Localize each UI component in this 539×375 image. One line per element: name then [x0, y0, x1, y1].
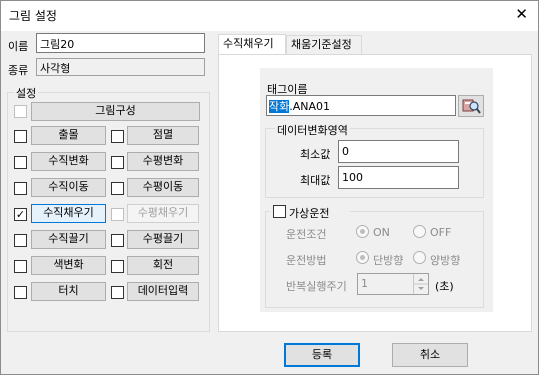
radio-two-way-label: 양방향 [430, 254, 461, 267]
setting-button-6[interactable]: 수평이동 [127, 178, 199, 197]
setting-button-7[interactable]: 수직채우기 [31, 204, 106, 223]
tab-fill-criteria[interactable]: 채움기준설정 [286, 35, 362, 55]
data-range-title: 데이터변화영역 [275, 122, 350, 138]
radio-off[interactable] [413, 225, 426, 238]
tag-browse-icon [462, 99, 481, 114]
window-title: 그림 설정 [9, 9, 57, 23]
checkbox-4[interactable] [111, 156, 124, 169]
radio-one-way-label: 단방향 [373, 254, 404, 267]
max-label: 최대값 [300, 174, 331, 187]
min-label: 최소값 [300, 148, 331, 161]
title-bar: 그림 설정 ✕ [1, 1, 538, 31]
period-label: 반복실행주기 [286, 280, 347, 293]
checkbox-9[interactable] [14, 234, 27, 247]
virtual-operation-checkbox[interactable] [273, 205, 286, 218]
cancel-button[interactable]: 취소 [392, 343, 468, 367]
method-label: 운전방법 [286, 254, 327, 267]
checkbox-12[interactable] [111, 260, 124, 273]
virtual-operation-title: 가상운전 [289, 207, 330, 220]
shape-config-button[interactable]: 그림구성 [31, 102, 200, 121]
radio-two-way[interactable] [413, 251, 426, 264]
type-field: 사각형 [36, 58, 205, 76]
setting-button-13[interactable]: 터치 [31, 282, 106, 301]
max-input[interactable]: 100 [338, 166, 459, 189]
type-label: 종류 [8, 64, 29, 77]
close-icon[interactable]: ✕ [515, 5, 528, 23]
setting-button-3[interactable]: 수직변화 [31, 152, 106, 171]
tag-rest-text: .ANA01 [289, 100, 331, 113]
shape-config-checkbox [14, 105, 27, 118]
checkbox-8[interactable] [111, 208, 124, 221]
checkbox-1[interactable] [14, 130, 27, 143]
radio-on-label: ON [373, 226, 390, 239]
settings-title: 설정 [14, 85, 39, 101]
radio-off-label: OFF [430, 226, 452, 239]
name-input[interactable]: 그림20 [36, 33, 205, 53]
checkbox-14[interactable] [111, 286, 124, 299]
checkbox-13[interactable] [14, 286, 27, 299]
setting-button-8: 수평채우기 [127, 204, 199, 223]
condition-label: 운전조건 [286, 228, 327, 241]
register-button[interactable]: 등록 [284, 343, 360, 367]
min-input[interactable]: 0 [338, 140, 459, 163]
checkbox-5[interactable] [14, 182, 27, 195]
radio-one-way[interactable] [356, 251, 369, 264]
setting-button-12[interactable]: 회전 [127, 256, 199, 275]
name-label: 이름 [8, 40, 29, 53]
radio-on[interactable] [356, 225, 369, 238]
setting-button-14[interactable]: 데이터입력 [127, 282, 199, 301]
tag-browse-button[interactable] [458, 95, 484, 117]
checkbox-2[interactable] [111, 130, 124, 143]
spinner-arrows-icon [414, 278, 428, 290]
setting-button-4[interactable]: 수평변화 [127, 152, 199, 171]
setting-button-11[interactable]: 색변화 [31, 256, 106, 275]
checkbox-7[interactable]: ✓ [14, 208, 27, 221]
setting-button-9[interactable]: 수직끌기 [31, 230, 106, 249]
setting-button-1[interactable]: 출몰 [31, 126, 106, 145]
tab-vertical-fill[interactable]: 수직채우기 [218, 34, 286, 55]
tag-selected-text: 작화 [269, 100, 290, 113]
tag-input[interactable]: 작화.ANA01 [266, 95, 456, 116]
dialog-window: 그림 설정 ✕ 이름 그림20 종류 사각형 설정 그림구성 출몰 점멸 수직변화 수… [0, 0, 539, 375]
checkbox-11[interactable] [14, 260, 27, 273]
setting-button-2[interactable]: 점멸 [127, 126, 199, 145]
period-value: 1 [361, 277, 368, 290]
setting-button-10[interactable]: 수평끌기 [127, 230, 199, 249]
checkbox-3[interactable] [14, 156, 27, 169]
setting-button-5[interactable]: 수직이동 [31, 178, 106, 197]
checkbox-6[interactable] [111, 182, 124, 195]
period-spinner[interactable] [413, 274, 428, 294]
period-unit: (초) [435, 280, 454, 293]
checkbox-10[interactable] [111, 234, 124, 247]
